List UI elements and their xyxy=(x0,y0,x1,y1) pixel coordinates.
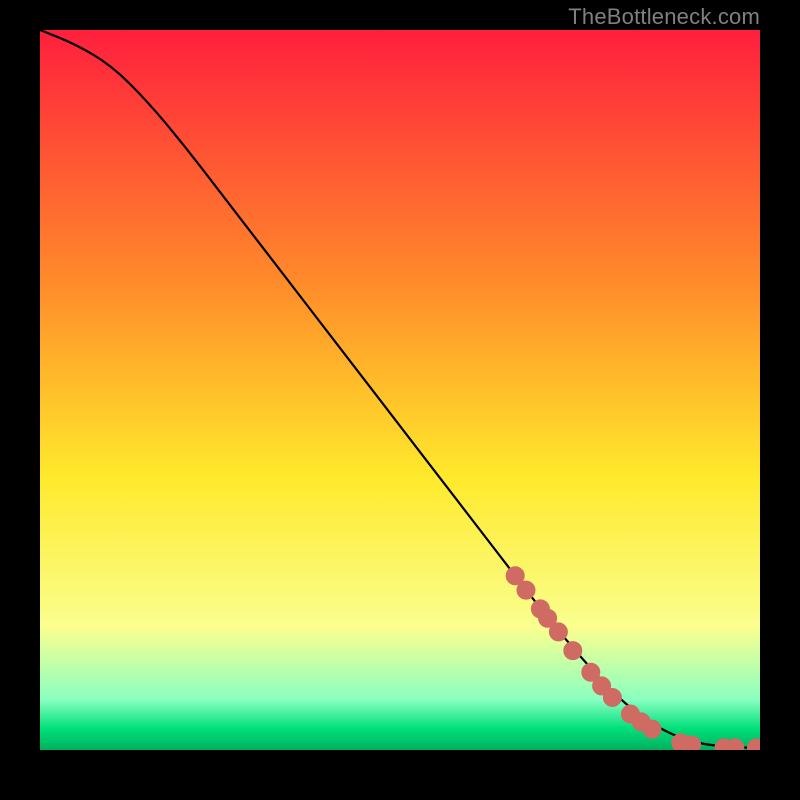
data-marker xyxy=(564,642,582,660)
data-marker xyxy=(643,720,661,738)
gradient-background xyxy=(40,30,760,750)
chart-frame: TheBottleneck.com xyxy=(0,0,800,800)
data-marker xyxy=(603,688,621,706)
watermark-text: TheBottleneck.com xyxy=(568,4,760,30)
data-marker xyxy=(683,736,701,750)
data-marker xyxy=(549,623,567,641)
plot-area xyxy=(40,30,760,750)
chart-svg xyxy=(40,30,760,750)
data-marker xyxy=(517,581,535,599)
